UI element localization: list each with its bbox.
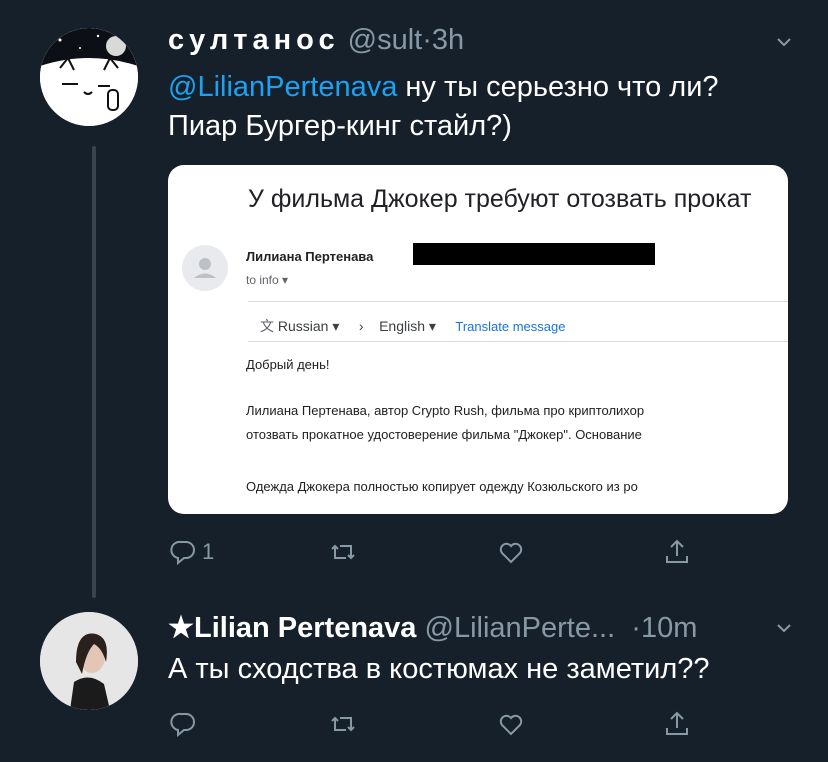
star-icon: ★ xyxy=(168,612,194,644)
share-button[interactable] xyxy=(662,532,692,572)
handle[interactable]: @sult xyxy=(348,24,423,56)
chevron-down-icon[interactable] xyxy=(776,34,792,50)
email-recipient: to info ▾ xyxy=(246,273,289,287)
like-button[interactable] xyxy=(496,532,526,572)
separator-dot: · xyxy=(422,24,432,56)
reply-icon xyxy=(170,712,195,738)
email-line: Лилиана Пертенава, автор Crypto Rush, фи… xyxy=(246,403,645,418)
divider xyxy=(248,301,788,302)
like-icon xyxy=(499,714,523,736)
email-greeting: Добрый день! xyxy=(246,357,330,372)
reply-icon xyxy=(170,540,195,566)
text-line2: Пиар Бургер-кинг стайл?) xyxy=(168,110,512,142)
separator-dot: · xyxy=(631,612,641,644)
avatar-lilian[interactable] xyxy=(40,612,138,710)
reply-count: 1 xyxy=(202,539,215,564)
translate-bar: 文 Russian ▾ › English ▾ Translate messag… xyxy=(260,318,566,334)
sender-avatar-icon xyxy=(182,245,228,291)
tweet1-actions: 1 xyxy=(168,532,708,572)
text-line1: ну ты серьезно что ли? xyxy=(397,71,719,103)
retweet-button[interactable] xyxy=(328,532,358,572)
reply-button[interactable] xyxy=(168,704,198,744)
translate-icon: 文 xyxy=(260,318,274,334)
tweet2-header: ★Lilian Pertenava @LilianPerte... ·10m xyxy=(168,610,697,645)
share-icon xyxy=(666,711,688,735)
attached-image-email[interactable]: У фильма Джокер требуют отозвать прокат … xyxy=(168,165,788,514)
timestamp[interactable]: 10m xyxy=(641,612,697,644)
email-line: отозвать прокатное удостоверение фильма … xyxy=(246,427,642,442)
tweet-lilian[interactable]: ★Lilian Pertenava @LilianPerte... ·10m А… xyxy=(0,600,828,762)
display-name[interactable]: султанос xyxy=(168,24,340,56)
avatar-sultanos[interactable] xyxy=(40,28,138,126)
cat-avatar-illustration xyxy=(40,28,138,126)
tweet2-actions xyxy=(168,704,708,744)
target-language: English xyxy=(379,318,426,334)
reply-button[interactable]: 1 xyxy=(168,532,214,572)
chevron-down-icon[interactable] xyxy=(776,620,792,636)
tweet-sultanos[interactable]: султанос @sult·3h @LilianPertenava ну ты… xyxy=(0,0,828,600)
retweet-button[interactable] xyxy=(328,704,358,744)
retweet-icon xyxy=(331,544,355,560)
email-line: Одежда Джокера полностью копирует одежду… xyxy=(246,479,638,494)
like-icon xyxy=(499,542,523,564)
retweet-icon xyxy=(331,716,355,732)
share-button[interactable] xyxy=(662,704,692,744)
timestamp[interactable]: 3h xyxy=(432,24,464,56)
translate-message-link: Translate message xyxy=(455,319,566,334)
like-button[interactable] xyxy=(496,704,526,744)
arrow-right-icon: › xyxy=(358,318,364,334)
email-subject: У фильма Джокер требуют отозвать прокат xyxy=(248,185,752,213)
email-sender-name: Лилиана Пертенава xyxy=(246,249,374,264)
portrait-photo xyxy=(40,612,138,710)
handle[interactable]: @LilianPerte... xyxy=(425,612,616,644)
tweet1-text: @LilianPertenava ну ты серьезно что ли? … xyxy=(168,68,719,146)
tweet2-text: А ты сходства в костюмах не заметил?? xyxy=(168,653,710,685)
share-icon xyxy=(666,539,688,563)
source-language: Russian xyxy=(277,318,329,334)
display-name[interactable]: ★Lilian Pertenava xyxy=(168,612,416,644)
redaction-bar xyxy=(413,243,655,265)
mention-link[interactable]: @LilianPertenava xyxy=(168,71,397,103)
tweet1-header: султанос @sult·3h xyxy=(168,24,464,57)
divider xyxy=(248,341,788,342)
